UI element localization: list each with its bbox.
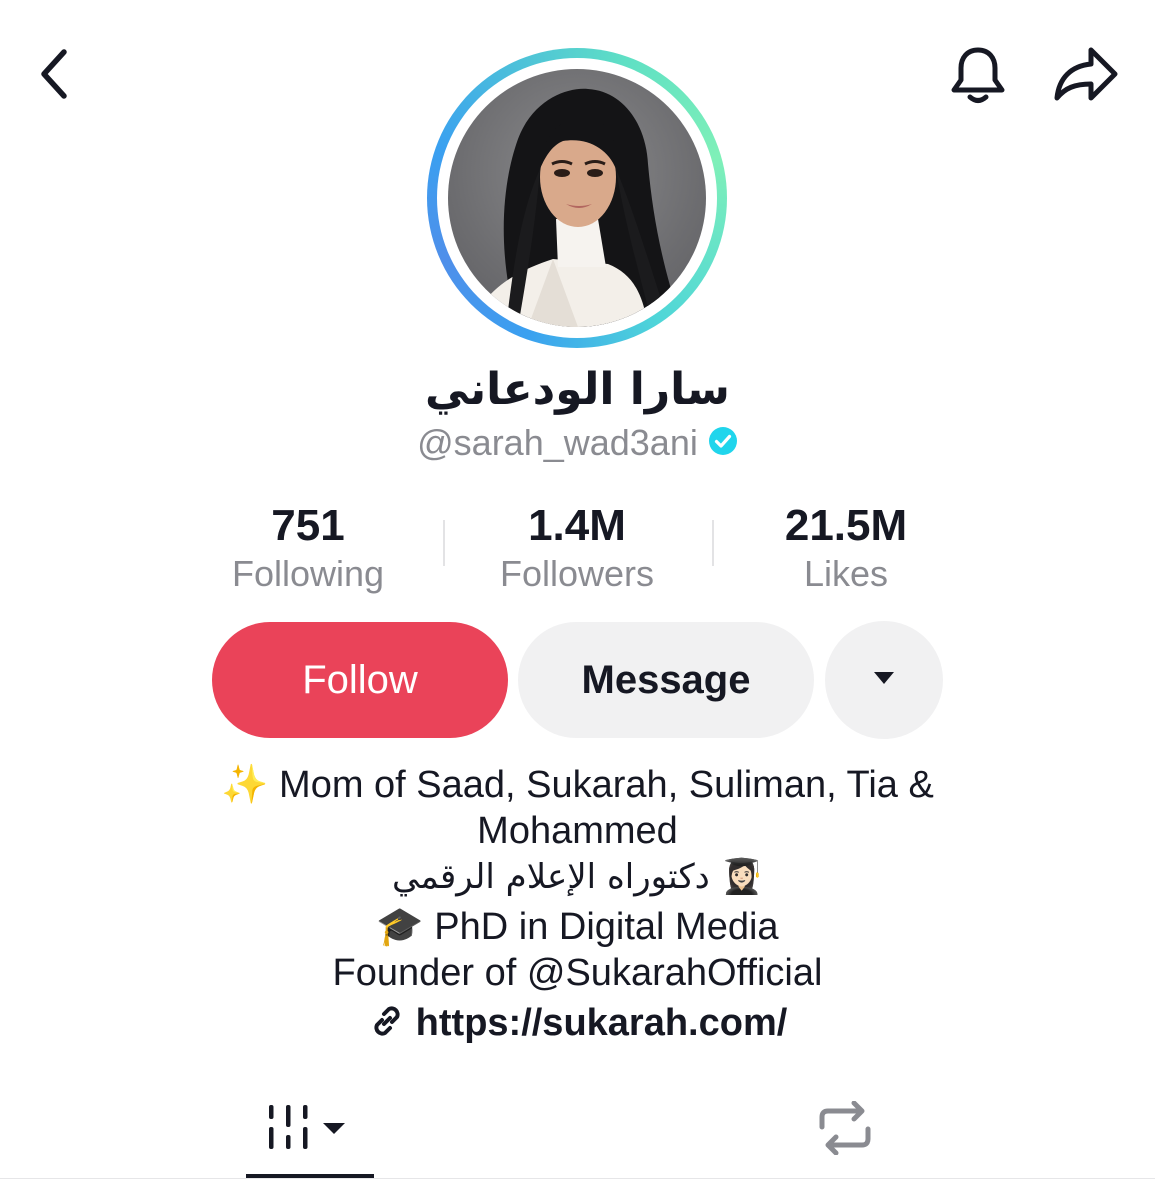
handle-row: @sarah_wad3ani <box>0 422 1155 464</box>
video-grid-icon <box>265 1103 355 1158</box>
bio-link-text[interactable]: https://sukarah.com/ <box>416 1002 788 1045</box>
followers-label: Followers <box>499 553 655 594</box>
bio-line: Founder of @SukarahOfficial <box>332 952 823 994</box>
display-name: سارا الودعاني <box>425 364 730 415</box>
tab-bar-divider <box>0 1178 1155 1179</box>
bell-icon <box>948 42 1008 111</box>
likes-count: 21.5M <box>784 501 908 550</box>
more-options-button[interactable] <box>825 621 943 739</box>
link-icon <box>368 1002 406 1045</box>
share-button[interactable] <box>1048 40 1124 112</box>
repost-icon <box>814 1100 876 1160</box>
bio-line: دكتوراه الإعلام الرقمي 👩🏻‍🎓 <box>392 857 763 897</box>
back-button[interactable] <box>22 40 86 112</box>
bio-line: ✨ Mom of Saad, Sukarah, Suliman, Tia & <box>221 764 934 806</box>
avatar-ring[interactable] <box>427 48 727 348</box>
avatar[interactable] <box>448 69 706 327</box>
likes-stat[interactable]: 21.5M Likes <box>726 500 966 596</box>
stat-divider <box>712 520 714 566</box>
tab-videos[interactable] <box>246 1090 374 1170</box>
chevron-left-icon <box>34 46 74 107</box>
follow-button[interactable]: Follow <box>212 622 508 738</box>
notification-button[interactable] <box>944 40 1012 112</box>
message-button[interactable]: Message <box>518 622 814 738</box>
tab-reposts[interactable] <box>805 1090 885 1170</box>
caret-down-icon <box>872 670 896 691</box>
bio-link[interactable]: https://sukarah.com/ <box>0 1002 1155 1045</box>
followers-count: 1.4M <box>528 501 626 550</box>
username: @sarah_wad3ani <box>417 422 698 463</box>
bio-line: Mohammed <box>477 810 678 852</box>
following-stat[interactable]: 751 Following <box>188 500 428 596</box>
likes-label: Likes <box>803 553 889 594</box>
verified-badge-icon <box>708 426 738 461</box>
bio-line: 🎓 PhD in Digital Media <box>376 906 779 948</box>
following-count: 751 <box>271 501 345 550</box>
share-arrow-icon <box>1053 44 1119 109</box>
followers-stat[interactable]: 1.4M Followers <box>457 500 697 596</box>
stat-divider <box>443 520 445 566</box>
following-label: Following <box>231 553 385 594</box>
